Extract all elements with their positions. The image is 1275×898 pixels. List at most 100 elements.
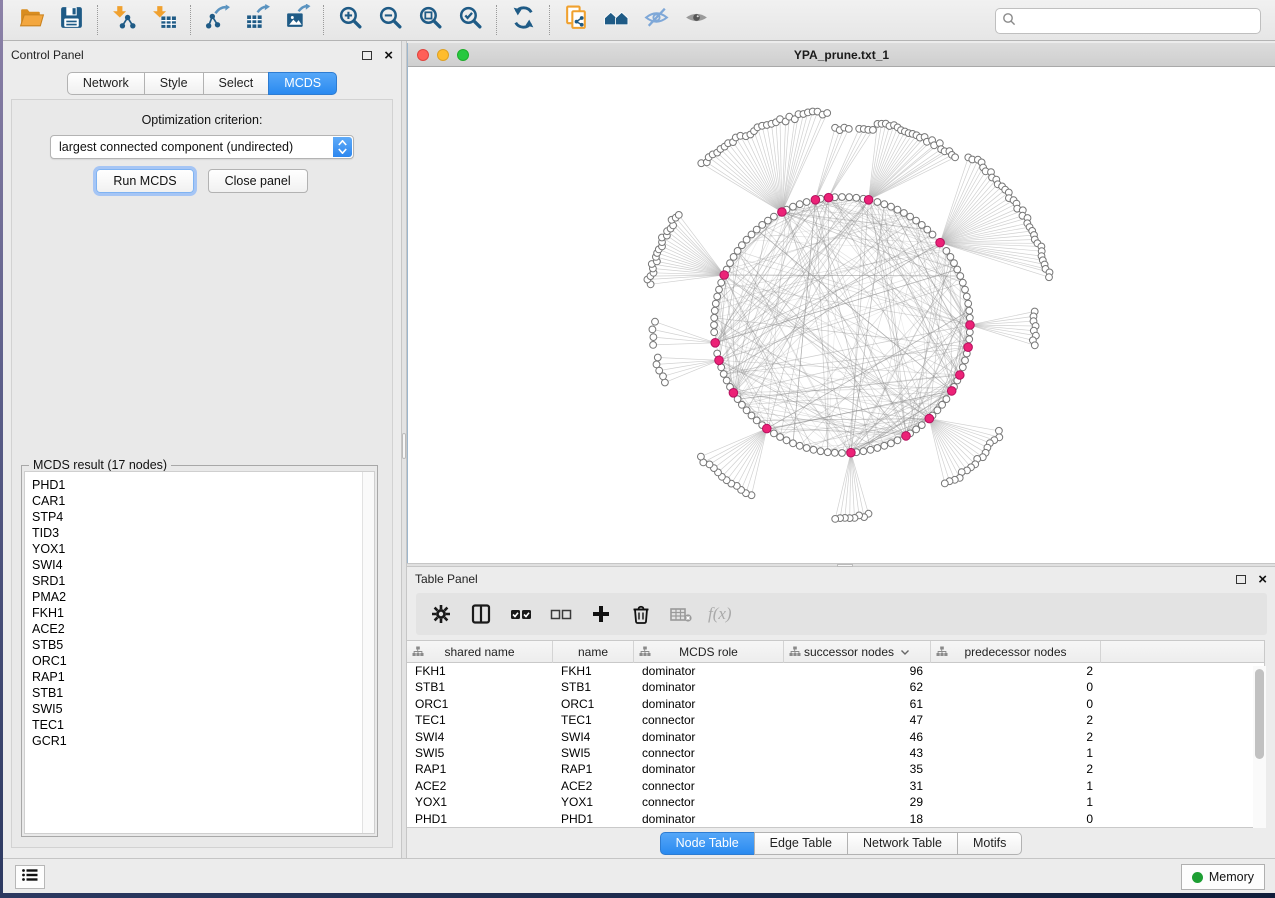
mcds-result-item[interactable]: STB1 [25,685,374,701]
mcds-result-item[interactable]: TEC1 [25,717,374,733]
export-table-button[interactable] [237,3,277,37]
select-all-icon[interactable] [508,601,534,627]
column-header[interactable]: name [553,641,634,663]
select-stepper-icon [333,137,352,157]
table-cell: dominator [642,663,776,679]
minimize-window-icon[interactable] [437,49,449,61]
table-row[interactable]: STB1STB1dominator620 [407,679,1264,695]
table-cell: SWI5 [415,745,545,761]
table-row[interactable]: YOX1YOX1connector291 [407,794,1264,810]
open-file-button[interactable] [11,3,51,37]
mcds-result-item[interactable]: PHD1 [25,477,374,493]
import-table-button[interactable] [144,3,184,37]
deselect-all-icon[interactable] [548,601,574,627]
copy-view-button[interactable] [556,3,596,37]
mcds-result-item[interactable]: FKH1 [25,605,374,621]
table-row[interactable]: ACE2ACE2connector311 [407,778,1264,794]
zoom-fit-icon [417,4,444,36]
close-panel-button[interactable]: Close panel [208,169,308,193]
mcds-result-item[interactable]: YOX1 [25,541,374,557]
table-row[interactable]: ORC1ORC1dominator610 [407,696,1264,712]
tab-select[interactable]: Select [203,72,270,95]
run-mcds-button[interactable]: Run MCDS [96,169,193,193]
tab-motifs[interactable]: Motifs [957,832,1022,855]
tab-style[interactable]: Style [144,72,204,95]
table-scrollbar[interactable] [1253,666,1266,828]
export-network-button[interactable] [197,3,237,37]
search-box [995,8,1261,34]
tab-network-table[interactable]: Network Table [847,832,958,855]
delete-table-icon[interactable] [668,601,694,627]
table-cell: RAP1 [561,761,626,777]
table-row[interactable]: RAP1RAP1dominator352 [407,761,1264,777]
table-row[interactable]: FKH1FKH1dominator962 [407,663,1264,679]
mcds-result-item[interactable]: GCR1 [25,733,374,749]
mcds-result-item[interactable]: RAP1 [25,669,374,685]
import-network-button[interactable] [104,3,144,37]
tab-node-table[interactable]: Node Table [660,832,755,855]
settings-gear-icon[interactable] [428,601,454,627]
mcds-result-item[interactable]: SWI5 [25,701,374,717]
show-all-button[interactable] [676,3,716,37]
task-list-icon [20,866,40,889]
close-panel-icon[interactable]: × [384,48,393,63]
status-bar: Memory [3,858,1275,893]
table-cell: dominator [642,729,776,745]
task-history-button[interactable] [15,865,45,889]
close-window-icon[interactable] [417,49,429,61]
table-row[interactable]: SWI4SWI4dominator462 [407,729,1264,745]
criterion-select[interactable]: largest connected component (undirected) [50,135,354,159]
column-header[interactable]: successor nodes [784,641,931,663]
mcds-result-item[interactable]: TID3 [25,525,374,541]
mcds-list-scrollbar[interactable] [362,472,374,833]
table-row[interactable]: PHD1PHD1dominator180 [407,811,1264,827]
zoom-fit-button[interactable] [410,3,450,37]
splitter-grip[interactable] [402,433,406,459]
network-canvas[interactable] [408,67,1275,563]
zoom-in-button[interactable] [330,3,370,37]
mcds-result-item[interactable]: SWI4 [25,557,374,573]
first-neighbors-button[interactable] [596,3,636,37]
memory-button[interactable]: Memory [1181,864,1265,890]
control-panel-tabs: NetworkStyleSelectMCDS [3,72,401,95]
refresh-button[interactable] [503,3,543,37]
table-cell: connector [642,712,776,728]
table-cell: connector [642,745,776,761]
float-panel-icon[interactable] [362,51,372,60]
tab-mcds[interactable]: MCDS [268,72,337,95]
table-cell: 96 [792,663,923,679]
network-graph[interactable] [408,67,1275,563]
zoom-out-button[interactable] [370,3,410,37]
mcds-result-item[interactable]: STP4 [25,509,374,525]
mcds-result-item[interactable]: SRD1 [25,573,374,589]
mcds-result-item[interactable]: ORC1 [25,653,374,669]
close-panel-icon[interactable]: × [1258,572,1267,587]
table-scrollbar-thumb[interactable] [1255,669,1264,759]
mcds-result-item[interactable]: PMA2 [25,589,374,605]
hide-eye-icon [643,4,670,36]
show-columns-icon[interactable] [468,601,494,627]
delete-column-icon[interactable] [628,601,654,627]
export-image-button[interactable] [277,3,317,37]
tab-network[interactable]: Network [67,72,145,95]
save-session-button[interactable] [51,3,91,37]
table-row[interactable]: TEC1TEC1connector472 [407,712,1264,728]
table-cell: 62 [792,679,923,695]
float-panel-icon[interactable] [1236,575,1246,584]
column-header[interactable]: predecessor nodes [931,641,1101,663]
zoom-selected-button[interactable] [450,3,490,37]
node-table: shared namenameMCDS rolesuccessor nodesp… [407,640,1265,828]
mcds-result-item[interactable]: ACE2 [25,621,374,637]
table-row[interactable]: SWI5SWI5connector431 [407,745,1264,761]
zoom-selected-icon [457,4,484,36]
maximize-window-icon[interactable] [457,49,469,61]
tab-edge-table[interactable]: Edge Table [754,832,848,855]
mcds-result-item[interactable]: CAR1 [25,493,374,509]
column-header[interactable]: MCDS role [634,641,784,663]
column-header[interactable]: shared name [407,641,553,663]
add-column-icon[interactable] [588,601,614,627]
search-input[interactable] [1021,14,1254,28]
mcds-result-item[interactable]: STB5 [25,637,374,653]
hide-selected-button[interactable] [636,3,676,37]
function-builder-icon[interactable]: f(x) [708,604,732,624]
